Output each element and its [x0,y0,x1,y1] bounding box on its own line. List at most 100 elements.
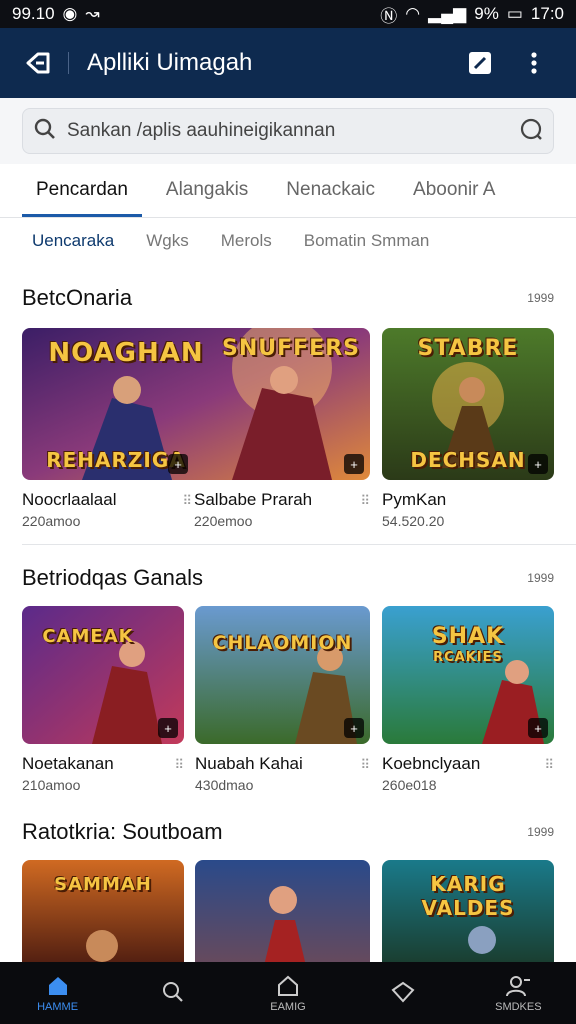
more-vert-icon[interactable] [514,43,554,83]
section-games: Betriodqas Ganals 1999 CAMEAK + Noetakan… [0,558,576,818]
bottom-nav: HAMME EAMIG SMDKES [0,962,576,1024]
chip-uencaraka[interactable]: Uencaraka [32,231,114,251]
nav-profile[interactable]: SMDKES [473,974,563,1013]
tab-nenackaic[interactable]: Nenackaic [272,179,389,217]
game-art-subtitle: VALDES [421,896,515,920]
wifi-icon: ◠ [405,4,421,23]
game-meta: 54.520.20 [382,513,445,529]
game-thumbnail[interactable]: SAMMAH [22,860,184,962]
drag-handle-icon[interactable]: ⠿ [360,490,370,509]
game-card[interactable]: STABRE DECHSAN + PymKan 54.520.20 [382,328,554,529]
chip-merols[interactable]: Merols [221,231,272,251]
voice-search-icon[interactable] [519,117,543,146]
game-name: Salbabe Prarah [194,490,313,509]
drag-handle-icon[interactable]: ⠿ [174,754,184,773]
game-art-title: SNUFFERS [222,336,360,361]
game-art-title: CHLAOMION [212,632,353,654]
home-icon [48,976,67,995]
nav-search[interactable] [128,980,218,1007]
section-more[interactable]: 1999 [527,291,554,305]
section-title: Ratotkria: Soutboam [22,819,223,844]
add-icon[interactable]: + [168,454,188,474]
search-placeholder: Sankan /aplis aauhineigikannan [67,120,336,141]
house-outline-icon [277,975,298,996]
section-recommended: Ratotkria: Soutboam 1999 SAMMAH KARIG VA… [0,812,576,962]
add-icon[interactable]: + [344,718,364,738]
search-icon [162,981,183,1002]
tab-alangakis[interactable]: Alangakis [152,179,262,217]
chip-bomatin[interactable]: Bomatin Smman [304,231,430,251]
game-name: Noetakanan [22,754,114,773]
nav-games[interactable]: EAMIG [243,974,333,1013]
status-bar: 99.10 ◉ ↝ Ⓝ ◠ ▂▄▆ 9% ▭ 17:0 [0,0,576,28]
nav-label: HAMME [37,1000,79,1013]
edit-icon[interactable] [460,43,500,83]
add-icon[interactable]: + [158,718,178,738]
drag-handle-icon[interactable]: ⠿ [360,754,370,773]
search-icon [33,117,57,146]
drag-handle-icon[interactable]: ⠿ [544,754,554,773]
game-name: Nuabah Kahai [195,754,303,773]
nfc-icon: Ⓝ [380,6,398,26]
game-art-subtitle: RCAKIES [433,650,503,665]
game-thumbnail[interactable]: STABRE DECHSAN + [382,328,554,480]
tab-pencardan[interactable]: Pencardan [22,179,142,217]
section-more[interactable]: 1999 [527,825,554,839]
tab-aboonir[interactable]: Aboonir A [399,179,509,217]
game-art-title: SHAK [431,624,505,649]
add-icon[interactable]: + [528,718,548,738]
battery-percent: 9% [474,4,499,23]
game-card[interactable]: KARIG VALDES [382,860,554,962]
game-art-subtitle: REHARZIGA [46,448,186,472]
game-meta: 210amoo [22,777,81,793]
status-time: 99.10 [12,4,55,23]
nav-label: EAMIG [270,1000,306,1013]
game-card[interactable]: SHAK RCAKIES + Koebnclyaan 260e018 ⠿ [382,606,554,793]
section-title: BetcOnaria [22,285,133,310]
game-thumbnail[interactable]: CAMEAK + [22,606,184,744]
game-card[interactable] [195,860,370,962]
chat-icon [391,981,415,1002]
chip-wgks[interactable]: Wgks [146,231,189,251]
game-thumbnail[interactable]: CHLAOMION + [195,606,370,744]
game-meta: 430dmao [195,777,254,793]
game-art-title: CAMEAK [42,626,134,647]
appbar-divider [68,52,69,74]
search-input[interactable]: Sankan /aplis aauhineigikannan [22,108,554,154]
game-thumbnail[interactable] [195,860,370,962]
section-title: Betriodqas Ganals [22,565,203,590]
nav-chat[interactable] [358,980,448,1007]
nav-home[interactable]: HAMME [13,974,103,1013]
signal-icon: ▂▄▆ [428,4,467,23]
section-divider [22,544,576,545]
app-bar: Aplliki Uimagah [0,28,576,98]
wave-icon: ↝ [85,4,100,23]
filter-chips: Uencaraka Wgks Merols Bomatin Smman [0,218,576,264]
notification-icon: ◉ [62,4,78,23]
status-clock: 17:0 [530,4,564,23]
game-meta: 220emoo [194,513,253,529]
section-featured: BetcOnaria 1999 NOAGHAN SNUFFERS REHARZI… [0,278,576,538]
game-name: Koebnclyaan [382,754,481,773]
game-meta: 220amoo [22,513,81,529]
back-arrow-icon[interactable] [22,47,54,79]
game-thumbnail[interactable]: KARIG VALDES [382,860,554,962]
game-thumbnail[interactable]: SHAK RCAKIES + [382,606,554,744]
tab-bar: Pencardan Alangakis Nenackaic Aboonir A [0,166,576,218]
game-card[interactable]: NOAGHAN SNUFFERS REHARZIGA + + Noocrlaal… [22,328,370,529]
section-more[interactable]: 1999 [527,571,554,585]
game-card[interactable]: CAMEAK + Noetakanan 210amoo ⠿ [22,606,184,793]
game-thumbnail[interactable]: NOAGHAN SNUFFERS REHARZIGA + + [22,328,370,480]
add-icon[interactable]: + [528,454,548,474]
drag-handle-icon[interactable]: ⠿ [182,490,192,509]
search-area: Sankan /aplis aauhineigikannan [0,98,576,164]
page-title: Aplliki Uimagah [87,49,253,76]
battery-icon: ▭ [506,4,523,23]
game-card[interactable]: SAMMAH [22,860,184,962]
game-name: Noocrlaalaal [22,490,117,509]
game-art-title: STABRE [417,336,519,361]
nav-label: SMDKES [495,1000,542,1013]
game-card[interactable]: CHLAOMION + Nuabah Kahai 430dmao ⠿ [195,606,370,793]
add-icon[interactable]: + [344,454,364,474]
game-art-title: KARIG [430,872,506,896]
